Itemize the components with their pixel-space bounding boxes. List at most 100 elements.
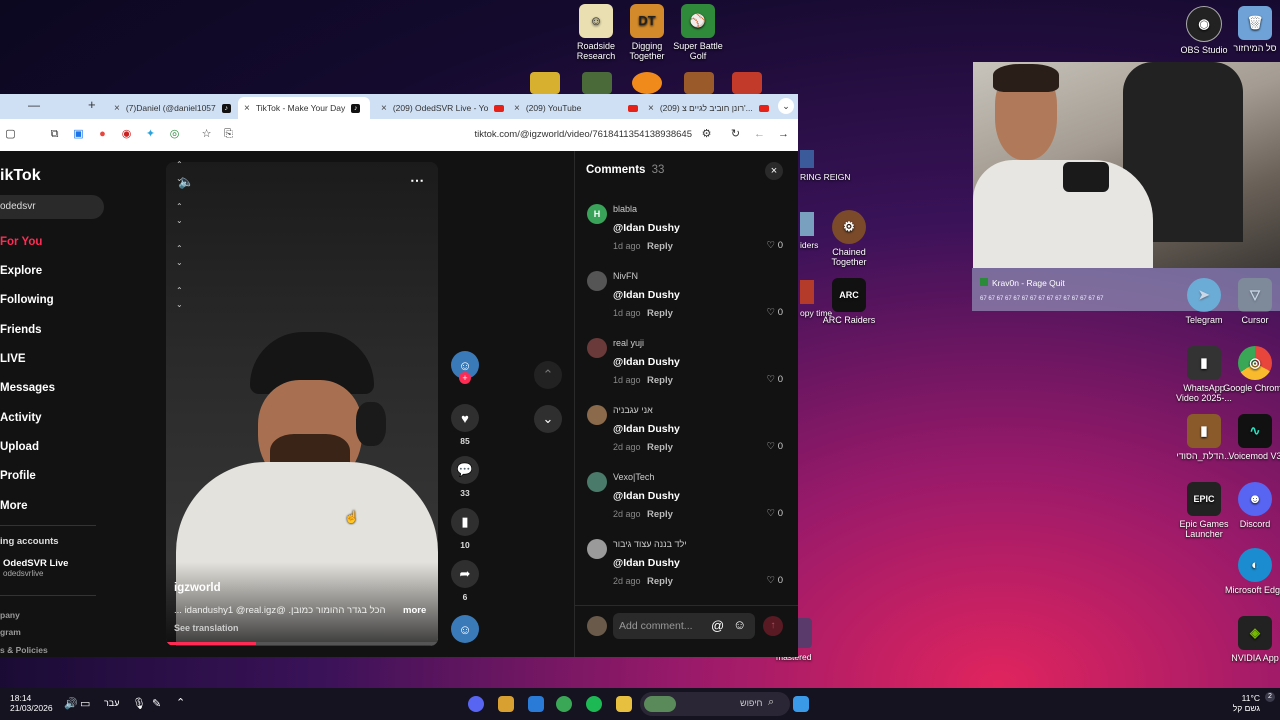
- extension-icon[interactable]: ●: [96, 128, 109, 141]
- see-translation-link[interactable]: See translation: [174, 623, 239, 633]
- nav-activity[interactable]: Activity: [0, 412, 42, 424]
- search-input[interactable]: odedsvr: [0, 195, 104, 219]
- nav-explore[interactable]: Explore: [0, 265, 42, 277]
- desktop-icon-google-chrome[interactable]: ◎ Google Chrome: [1223, 346, 1280, 393]
- comment-like-button[interactable]: ♡ 0: [767, 441, 783, 452]
- close-tab-icon[interactable]: ×: [514, 103, 520, 114]
- microphone-icon[interactable]: 🎙: [132, 697, 146, 710]
- comment-input[interactable]: Add comment... @ ☺: [613, 613, 755, 639]
- close-comments-button[interactable]: ×: [765, 162, 783, 180]
- weather-widget[interactable]: 11°C גשם קל: [1210, 693, 1260, 713]
- desktop-icon-discord[interactable]: ☻ Discord: [1223, 482, 1280, 529]
- like-button[interactable]: ♥ 85: [451, 404, 479, 446]
- tab-list-button[interactable]: ⌄: [778, 98, 794, 114]
- reply-button[interactable]: Reply: [647, 241, 673, 252]
- share-button[interactable]: ➦ 6: [451, 560, 479, 602]
- partial-icon-label[interactable]: iders: [800, 212, 818, 250]
- nav-messages[interactable]: Messages: [0, 382, 55, 394]
- close-tab-icon[interactable]: ×: [648, 103, 654, 114]
- minimize-icon[interactable]: —: [28, 98, 40, 112]
- language-indicator[interactable]: עבר: [104, 698, 119, 708]
- toolbar-icon[interactable]: ▢: [4, 128, 17, 141]
- mention-icon[interactable]: @: [711, 618, 724, 633]
- desktop-icon-super-battle-golf[interactable]: ⚾ Super Battle Golf: [666, 4, 730, 61]
- comment-username[interactable]: real yuji: [613, 338, 644, 348]
- notification-badge[interactable]: 2: [1265, 692, 1275, 702]
- reload-icon[interactable]: ↻: [729, 128, 742, 141]
- bookmark-star-icon[interactable]: ☆: [200, 128, 213, 141]
- reply-button[interactable]: Reply: [647, 576, 673, 587]
- commenter-avatar[interactable]: H: [587, 204, 607, 224]
- commenter-avatar[interactable]: [587, 405, 607, 425]
- address-bar[interactable]: tiktok.com/@igzworld/video/7618411354138…: [474, 129, 692, 140]
- tab-youtube[interactable]: × (209) YouTube: [508, 97, 638, 119]
- spotify-taskbar-icon[interactable]: [586, 696, 602, 712]
- taskbar-search[interactable]: חיפוש ⌕: [640, 692, 790, 716]
- save-button[interactable]: ▮ 10: [451, 508, 479, 550]
- show-hidden-icons[interactable]: ⌃: [176, 696, 185, 709]
- game-icon[interactable]: [582, 72, 612, 94]
- comment-like-button[interactable]: ♡ 0: [767, 307, 783, 318]
- nav-following[interactable]: Following: [0, 294, 54, 306]
- reply-button[interactable]: Reply: [647, 308, 673, 319]
- nav-friends[interactable]: Friends: [0, 324, 42, 336]
- more-options-icon[interactable]: ⋯: [410, 172, 424, 189]
- comment-like-button[interactable]: ♡ 0: [767, 575, 783, 586]
- commenter-avatar[interactable]: [587, 338, 607, 358]
- comment-username[interactable]: NivFN: [613, 271, 638, 281]
- back-icon[interactable]: →: [777, 128, 790, 141]
- extension-icon[interactable]: ◎: [168, 128, 181, 141]
- discord-taskbar-icon[interactable]: [468, 696, 484, 712]
- footer-link[interactable]: pany: [0, 610, 20, 620]
- footer-link[interactable]: s & Policies: [0, 645, 48, 655]
- network-icon[interactable]: ▭: [80, 697, 90, 710]
- file-explorer-icon[interactable]: [616, 696, 632, 712]
- nav-for-you[interactable]: For You: [0, 236, 42, 248]
- comment-username[interactable]: blabla: [613, 204, 637, 214]
- footer-link[interactable]: gram: [0, 627, 21, 637]
- taskbar-app-icon[interactable]: [498, 696, 514, 712]
- extension-icon[interactable]: ▣: [72, 128, 85, 141]
- commenter-avatar[interactable]: [587, 539, 607, 559]
- nav-profile[interactable]: Profile: [0, 470, 36, 482]
- chrome-taskbar-icon[interactable]: [556, 696, 572, 712]
- comment-username[interactable]: ילד בננה עצוד גיבור: [613, 539, 687, 549]
- nav-more[interactable]: More: [0, 500, 27, 512]
- caption-more-link[interactable]: more: [403, 605, 426, 616]
- following-account-item[interactable]: OdedSVR Live odedsvrlive: [0, 558, 68, 578]
- extension-icon[interactable]: ✦: [144, 128, 157, 141]
- commenter-avatar[interactable]: [587, 472, 607, 492]
- post-comment-button[interactable]: ↑: [763, 616, 783, 636]
- partial-icon-label[interactable]: RING REIGN: [800, 150, 851, 182]
- tiktok-logo[interactable]: ikTok: [0, 167, 41, 185]
- nav-live[interactable]: LIVE: [0, 353, 26, 365]
- music-avatar[interactable]: ☺: [451, 615, 479, 643]
- close-tab-icon[interactable]: ×: [381, 103, 387, 114]
- extension-icon[interactable]: ◉: [120, 128, 133, 141]
- scroll-arrows[interactable]: ⌃ ⌄ ⌃ ⌄ ⌃ ⌄ ⌃ ⌄: [176, 158, 183, 312]
- comment-like-button[interactable]: ♡ 0: [767, 374, 783, 385]
- apps-grid-icon[interactable]: [528, 696, 544, 712]
- commenter-avatar[interactable]: [587, 271, 607, 291]
- game-icon[interactable]: [732, 72, 762, 94]
- tab-daniel[interactable]: × (7)Daniel (@daniel1057 ♪: [108, 97, 238, 119]
- extension-icon[interactable]: ⧉: [48, 128, 61, 141]
- reply-button[interactable]: Reply: [647, 375, 673, 386]
- game-icon[interactable]: [530, 72, 560, 94]
- follow-plus-icon[interactable]: +: [459, 372, 471, 384]
- desktop-icon-recycle-bin[interactable]: 🗑 סל המיחזור: [1223, 6, 1280, 53]
- comment-like-button[interactable]: ♡ 0: [767, 508, 783, 519]
- desktop-icon-voicemod[interactable]: ∿ Voicemod V3: [1223, 414, 1280, 461]
- reply-button[interactable]: Reply: [647, 509, 673, 520]
- video-player[interactable]: 🔈 ⋯ igzworld הכל בגדר ההומור כמובן. @ida…: [166, 162, 438, 646]
- close-tab-icon[interactable]: ×: [114, 103, 120, 114]
- tab-tiktok[interactable]: × TikTok - Make Your Day ♪: [238, 97, 370, 119]
- reply-button[interactable]: Reply: [647, 442, 673, 453]
- next-video-button[interactable]: ⌄: [534, 405, 562, 433]
- comment-like-button[interactable]: ♡ 0: [767, 240, 783, 251]
- clock[interactable]: 18:14 21/03/2026: [10, 693, 53, 713]
- overwatch-icon[interactable]: [632, 72, 662, 94]
- comment-button[interactable]: 💬 33: [451, 456, 479, 498]
- desktop-icon-arc-raiders[interactable]: ARC ARC Raiders: [817, 278, 881, 325]
- close-tab-icon[interactable]: ×: [244, 103, 250, 114]
